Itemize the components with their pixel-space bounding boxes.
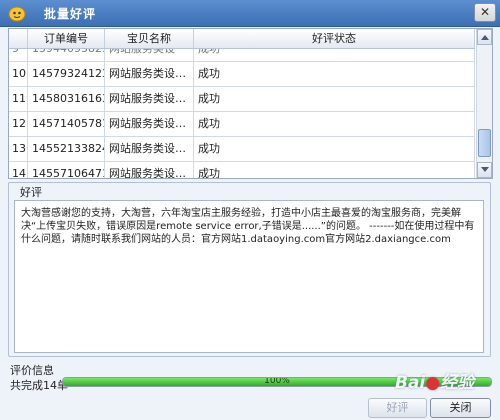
column-header-status[interactable]: 好评状态 [194,29,475,48]
scroll-thumb[interactable] [478,129,491,157]
item-name-cell: 网站服务类设 [105,49,194,61]
item-name-cell: 网站服务类设… [105,162,194,178]
order-id-cell: 15944095825 [28,49,105,61]
status-cell: 成功 [194,162,475,178]
table-row[interactable]: 13 14552133824… 网站服务类设… 成功 [9,137,475,162]
item-name-cell: 网站服务类设… [105,112,194,136]
scroll-up-button[interactable] [477,29,492,45]
item-name-cell: 网站服务类设… [105,62,194,86]
title-bar: 批量好评 ✕ [0,0,500,27]
evaluation-info-label: 评价信息 [10,364,54,377]
row-index: 9 [9,49,28,61]
status-cell: 成功 [194,87,475,111]
close-icon: ✕ [479,5,491,19]
table-row[interactable]: 9 15944095825 网站服务类设 成功 [9,49,475,62]
order-id-cell: 14552133824… [28,137,105,161]
column-header-item-name[interactable]: 宝贝名称 [105,29,194,48]
table-row[interactable]: 12 14571405781… 网站服务类设… 成功 [9,112,475,137]
app-logo-icon [8,6,26,22]
vertical-scrollbar[interactable] [476,29,492,178]
order-id-cell: 14580316163… [28,87,105,111]
column-header-order-id[interactable]: 订单编号 [28,29,105,48]
row-index: 13 [9,137,28,161]
review-text-area[interactable]: 大淘营感谢您的支持，大淘营，六年淘宝店主服务经验，打造中小店主最喜爱的淘宝服务商… [14,200,484,353]
table-row[interactable]: 14 14557106471… 网站服务类设… 成功 [9,162,475,178]
close-button[interactable]: 关闭 [430,398,491,418]
scroll-down-button[interactable] [477,162,492,178]
completed-count-label: 共完成14单 [10,379,68,392]
row-index: 10 [9,62,28,86]
status-cell: 成功 [194,49,475,61]
status-cell: 成功 [194,62,475,86]
table-row[interactable]: 10 14579324123… 网站服务类设… 成功 [9,62,475,87]
status-cell: 成功 [194,137,475,161]
table-body: 9 15944095825 网站服务类设 成功 10 14579324123… … [9,49,475,178]
window-title: 批量好评 [44,7,97,21]
column-header-index[interactable] [9,29,28,48]
row-index: 14 [9,162,28,178]
chevron-up-icon [481,35,489,40]
review-button[interactable]: 好评 [368,398,427,418]
table-row[interactable]: 11 14580316163… 网站服务类设… 成功 [9,87,475,112]
table-header: 订单编号 宝贝名称 好评状态 [9,29,475,49]
row-index: 12 [9,112,28,136]
order-id-cell: 14557106471… [28,162,105,178]
status-cell: 成功 [194,112,475,136]
order-id-cell: 14579324123… [28,62,105,86]
item-name-cell: 网站服务类设… [105,137,194,161]
review-group-label: 好评 [18,184,44,200]
watermark-logo: Bai●经验 [395,373,475,393]
order-id-cell: 14571405781… [28,112,105,136]
item-name-cell: 网站服务类设… [105,87,194,111]
window-close-button[interactable]: ✕ [474,3,496,22]
row-index: 11 [9,87,28,111]
orders-table: 订单编号 宝贝名称 好评状态 9 15944095825 网站服务类设 成功 1… [8,28,493,179]
chevron-down-icon [481,167,489,172]
